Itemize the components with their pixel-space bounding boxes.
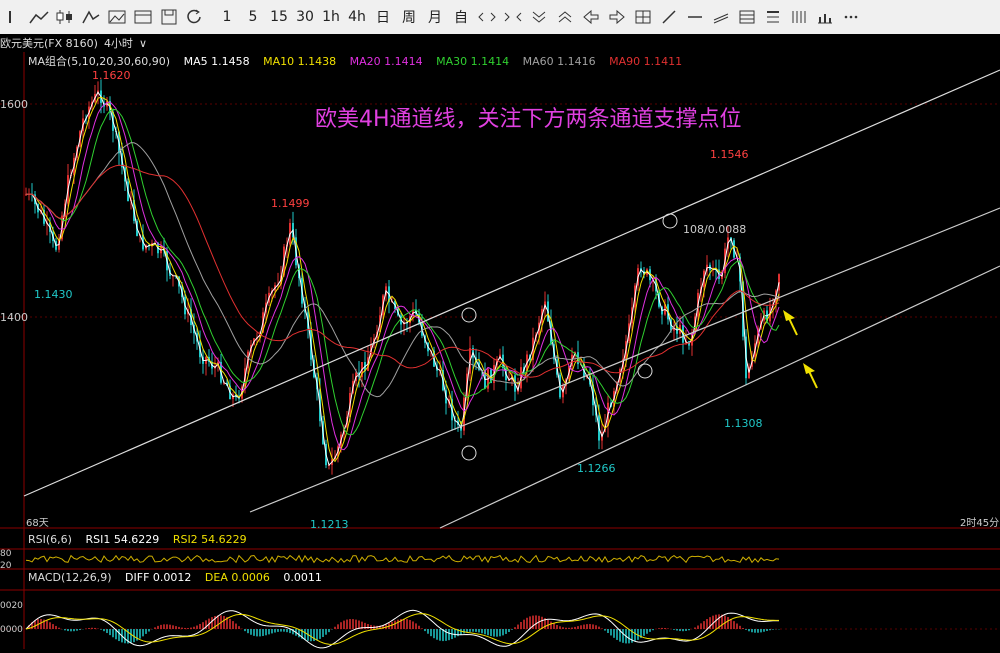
period-1-button[interactable]: 1 [214, 3, 240, 31]
channel-upper-line [23, 69, 1000, 497]
ma-line [25, 96, 780, 463]
toolbar: 1 5 15 30 1h 4h 日 周 月 自 [0, 0, 1000, 35]
low-label: 1.1266 [577, 462, 616, 475]
low-label: 1.1213 [310, 518, 349, 531]
fibonacci-icon[interactable] [734, 3, 760, 31]
channel-lower-line [439, 265, 1000, 529]
anchor-circle [461, 307, 477, 323]
macd-tick-zero: 0000 [0, 625, 23, 635]
ma-line [25, 142, 780, 398]
picture-icon[interactable] [104, 3, 130, 31]
period-day-button[interactable]: 日 [370, 3, 396, 31]
period-5-button[interactable]: 5 [240, 3, 266, 31]
ma-line [25, 108, 780, 436]
ma30-label: MA30 1.1414 [436, 55, 510, 68]
channel-middle-line [249, 207, 1000, 513]
parallel-lines-icon[interactable] [708, 3, 734, 31]
symbol-label: 欧元美元(FX 8160) [0, 37, 98, 50]
ma5-label: MA5 1.1458 [183, 55, 250, 68]
layout-icon[interactable] [130, 3, 156, 31]
timeframe-selector[interactable]: 4小时 ∨ [104, 35, 153, 51]
high-label: 1.1499 [271, 197, 310, 210]
ma-line [25, 164, 780, 378]
scroll-down-icon[interactable] [526, 3, 552, 31]
period-30-button[interactable]: 30 [292, 3, 318, 31]
low-label: 1.1430 [34, 288, 73, 301]
scroll-up-icon[interactable] [552, 3, 578, 31]
rsi-legend: RSI(6,6) RSI1 54.6229 RSI2 54.6229 [28, 533, 257, 546]
ma-legend: MA组合(5,10,20,30,60,90) MA5 1.1458 MA10 1… [28, 53, 692, 69]
arrow-left-icon[interactable] [578, 3, 604, 31]
anchor-circle [662, 213, 678, 229]
support-arrow-icon [803, 363, 818, 389]
y-tick-1600: 1600 [0, 98, 28, 111]
diff-label: DIFF 0.0012 [125, 571, 192, 584]
period-4h-button[interactable]: 4h [344, 3, 370, 31]
days-label: 68天 [26, 518, 49, 529]
cycle-lines-icon[interactable] [786, 3, 812, 31]
chevron-down-icon: ∨ [138, 37, 147, 50]
refresh-icon[interactable] [182, 3, 208, 31]
macd-value-label: 0.0011 [283, 571, 322, 584]
dea-label: DEA 0.0006 [204, 571, 270, 584]
horizontal-line-icon[interactable] [682, 3, 708, 31]
rsi-tick-80: 80 [0, 549, 12, 559]
text-tool-icon[interactable] [760, 3, 786, 31]
rsi2-label: RSI2 54.6229 [172, 533, 247, 546]
macd-legend: MACD(12,26,9) DIFF 0.0012 DEA 0.0006 0.0… [28, 571, 332, 584]
grid-icon[interactable] [630, 3, 656, 31]
timeframe-label: 4小时 [103, 37, 133, 50]
chart-area[interactable]: 1.1620 1.1499 1.1546 1.1430 1.1308 1.126… [0, 52, 1000, 649]
countdown-label: 2时45分 [960, 517, 999, 529]
ma-legend-label[interactable]: MA组合(5,10,20,30,60,90) [28, 55, 170, 68]
high-label: 1.1546 [710, 148, 749, 161]
rsi-tick-20: 20 [0, 561, 12, 571]
moving-averages [25, 91, 780, 466]
pattern-icon[interactable] [78, 3, 104, 31]
rsi-line [25, 554, 780, 564]
low-label: 1.1308 [724, 417, 763, 430]
ma10-label: MA10 1.1438 [263, 55, 337, 68]
line-chart-icon[interactable] [26, 3, 52, 31]
ma20-label: MA20 1.1414 [349, 55, 423, 68]
candlestick-icon[interactable] [52, 3, 78, 31]
chart-header: 欧元美元(FX 8160) 4小时 ∨ [0, 34, 1000, 52]
rsi-label[interactable]: RSI(6,6) [28, 533, 72, 546]
save-icon[interactable] [156, 3, 182, 31]
ma90-label: MA90 1.1411 [609, 55, 683, 68]
candlesticks [25, 79, 780, 475]
period-month-button[interactable]: 月 [422, 3, 448, 31]
arrow-right-icon[interactable] [604, 3, 630, 31]
expand-horizontal-icon[interactable] [474, 3, 500, 31]
support-arrow-icon [783, 310, 798, 336]
period-15-button[interactable]: 15 [266, 3, 292, 31]
shrink-horizontal-icon[interactable] [500, 3, 526, 31]
cursor-icon[interactable] [0, 3, 26, 31]
ma-line [25, 101, 780, 451]
macd-tick-top: 0020 [0, 601, 23, 611]
anchor-circle [637, 363, 653, 379]
high-label: 1.1620 [92, 69, 131, 82]
measure-label: 108/0.0088 [683, 223, 746, 236]
volume-icon[interactable] [812, 3, 838, 31]
anchor-circle [461, 445, 477, 461]
period-custom-button[interactable]: 自 [448, 3, 474, 31]
rsi1-label: RSI1 54.6229 [85, 533, 160, 546]
y-tick-1400: 1400 [0, 311, 28, 324]
macd-label[interactable]: MACD(12,26,9) [28, 571, 112, 584]
more-icon[interactable] [838, 3, 864, 31]
ma-line [25, 91, 780, 466]
trendline-icon[interactable] [656, 3, 682, 31]
annotation-text: 欧美4H通道线，关注下方两条通道支撑点位 [315, 107, 742, 132]
price-chart[interactable]: 1.1620 1.1499 1.1546 1.1430 1.1308 1.126… [0, 52, 1000, 649]
period-1h-button[interactable]: 1h [318, 3, 344, 31]
ma60-label: MA60 1.1416 [522, 55, 596, 68]
period-week-button[interactable]: 周 [396, 3, 422, 31]
